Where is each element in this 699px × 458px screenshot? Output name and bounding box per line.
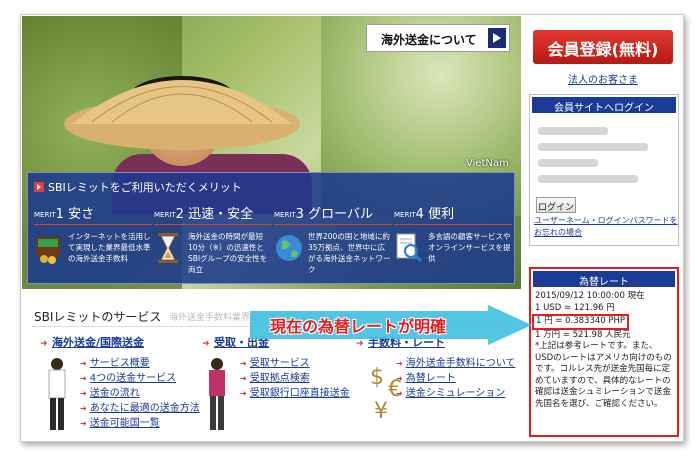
document-search-icon <box>396 233 423 263</box>
arrow-right-icon: ➜ <box>80 374 87 383</box>
merit-title: SBIレミットをご利用いただくメリット <box>34 179 242 195</box>
corporate-link[interactable]: 法人のお客さま <box>568 71 638 86</box>
arrow-right-icon <box>34 182 44 192</box>
merit-item-3: MERIT3 グローバル 世界200の国と地域に約35万拠点、世界中に広がる海外… <box>274 203 392 275</box>
hourglass-icon <box>158 233 178 263</box>
globe-icon <box>276 235 302 261</box>
login-header: 会員サイトへログイン <box>532 97 676 114</box>
service-link[interactable]: ➜ 受取拠点検索 <box>240 371 350 386</box>
arrow-right-icon: ➜ <box>202 339 210 349</box>
rate-timestamp: 2015/09/12 10:00:00 現在 <box>535 291 645 301</box>
service-head-remittance[interactable]: ➜ 海外送金/国際送金 <box>40 334 200 350</box>
arrow-right-icon <box>488 28 506 48</box>
service-link[interactable]: ➜ 受取銀行口座直接送金 <box>240 386 350 401</box>
svg-text:¥: ¥ <box>374 399 388 422</box>
blurred-field[interactable] <box>538 159 598 167</box>
merit-item-1: MERIT1 安さ インターネットを活用して実現した業界最低水準の海外送金手数料 <box>34 203 152 265</box>
merit-item-2: MERIT2 迅速・安全 海外送金の時間が最短10分（※）の迅速性とSBIグルー… <box>154 203 272 275</box>
service-link[interactable]: ➜ あなたに最適の送金方法 <box>80 401 200 416</box>
login-box: 会員サイトへログイン ログイン ユーザーネーム・ログインパスワードをお忘れの場合 <box>529 94 679 246</box>
exchange-rate-box: 為替レート 2015/09/12 10:00:00 現在 1 USD = 121… <box>529 267 679 437</box>
person-illustration <box>209 358 225 430</box>
rate-usd: 1 USD = 121.96 円 <box>535 302 615 313</box>
exchange-rate-body: 2015/09/12 10:00:00 現在 1 USD = 121.96 円 … <box>531 289 677 412</box>
forgot-password-link[interactable]: ユーザーネーム・ログインパスワードをお忘れの場合 <box>534 215 678 239</box>
arrow-right-icon: ➜ <box>240 389 247 398</box>
merit-panel: SBIレミットをご利用いただくメリット MERIT1 安さ インターネットを活用… <box>27 172 515 284</box>
merit-item-4: MERIT4 便利 多言語の顧客サービスやオンラインサービスを提供 <box>394 203 512 265</box>
svg-text:€: € <box>388 377 402 402</box>
service-link[interactable]: ➜ 受取サービス <box>240 356 350 371</box>
about-overseas-remittance-label: 海外送金について <box>381 33 477 47</box>
svg-text:$: $ <box>370 365 384 390</box>
register-button[interactable]: 会員登録(無料) <box>533 30 673 64</box>
service-link[interactable]: ➜ 海外送金手数料について <box>396 356 515 371</box>
rate-note: *上記は参考レートです。また、USDのレートはアメリカ向けのものです。コルレス先… <box>535 341 672 409</box>
wallet-icon <box>36 237 60 264</box>
service-link[interactable]: ➜ 送金シミュレーション <box>396 386 515 401</box>
service-link[interactable]: ➜ 4つの送金サービス <box>80 371 200 386</box>
arrow-right-icon: ➜ <box>240 359 247 368</box>
rate-cny: 1 万円 = 521.98 人民元 <box>535 329 631 340</box>
arrow-right-icon: ➜ <box>80 389 87 398</box>
service-link[interactable]: ➜ 送金の流れ <box>80 386 200 401</box>
blurred-field[interactable] <box>538 143 648 151</box>
blurred-field[interactable] <box>538 127 608 135</box>
arrow-right-icon: ➜ <box>80 419 87 428</box>
location-label: VietNam <box>466 158 509 169</box>
conical-hat-image <box>64 80 300 150</box>
callout-text: 現在の為替レートが明確 <box>270 317 447 336</box>
service-link[interactable]: ➜ 送金可能国一覧 <box>80 416 200 431</box>
service-link[interactable]: ➜ サービス概要 <box>80 356 200 371</box>
arrow-right-icon: ➜ <box>40 339 48 349</box>
services-title: SBIレミットのサービス <box>34 310 162 324</box>
arrow-right-icon: ➜ <box>240 374 247 383</box>
rate-php-highlighted: 1 円 = 0.383340 PHP <box>532 314 630 330</box>
arrow-right-icon: ➜ <box>80 359 87 368</box>
blurred-field[interactable] <box>538 175 638 183</box>
person-illustration <box>48 358 66 430</box>
exchange-rate-header: 為替レート <box>533 271 675 288</box>
arrow-right-icon: ➜ <box>80 404 87 413</box>
currency-symbols-icon: $ € ¥ <box>370 365 402 422</box>
service-link[interactable]: ➜ 為替レート <box>396 371 515 386</box>
login-button[interactable]: ログイン <box>536 197 576 213</box>
